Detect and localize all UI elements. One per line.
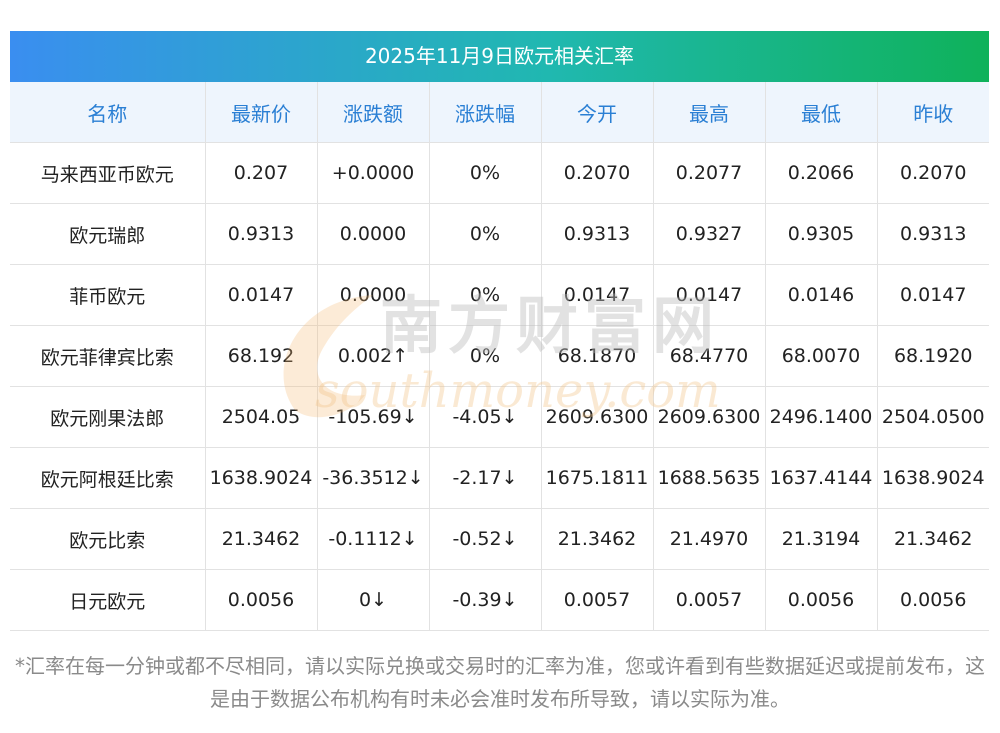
header-latest: 最新价 — [205, 82, 318, 143]
cell-change: 0.0000 — [317, 203, 430, 265]
cell-change: -36.3512↓ — [317, 447, 430, 509]
cell-pct: 0% — [429, 142, 542, 204]
cell-low: 0.9305 — [765, 203, 878, 265]
cell-low: 0.2066 — [765, 142, 878, 204]
table-row: 菲币欧元 0.0147 0.0000 0% 0.0147 0.0147 0.01… — [10, 264, 989, 326]
header-open: 今开 — [541, 82, 654, 143]
cell-pct: -0.52↓ — [429, 508, 542, 570]
cell-name: 马来西亚币欧元 — [10, 142, 206, 204]
cell-latest: 0.0147 — [205, 264, 318, 326]
rate-table-container: 2025年11月9日欧元相关汇率 名称 最新价 涨跌额 涨跌幅 今开 最高 最低… — [10, 31, 989, 631]
table-title: 2025年11月9日欧元相关汇率 — [10, 31, 989, 82]
cell-high: 68.4770 — [653, 325, 766, 387]
cell-change: -105.69↓ — [317, 386, 430, 448]
cell-open: 0.0057 — [541, 569, 654, 631]
cell-open: 0.2070 — [541, 142, 654, 204]
cell-high: 0.0147 — [653, 264, 766, 326]
cell-prev: 0.0147 — [877, 264, 989, 326]
cell-open: 0.9313 — [541, 203, 654, 265]
cell-prev: 0.9313 — [877, 203, 989, 265]
cell-low: 0.0056 — [765, 569, 878, 631]
cell-name: 欧元刚果法郎 — [10, 386, 206, 448]
cell-change: 0.0000 — [317, 264, 430, 326]
cell-pct: -2.17↓ — [429, 447, 542, 509]
cell-prev: 0.0056 — [877, 569, 989, 631]
cell-open: 2609.6300 — [541, 386, 654, 448]
header-high: 最高 — [653, 82, 766, 143]
cell-open: 68.1870 — [541, 325, 654, 387]
cell-prev: 21.3462 — [877, 508, 989, 570]
cell-latest: 0.0056 — [205, 569, 318, 631]
cell-change: +0.0000 — [317, 142, 430, 204]
cell-pct: 0% — [429, 325, 542, 387]
table-row: 欧元比索 21.3462 -0.1112↓ -0.52↓ 21.3462 21.… — [10, 508, 989, 570]
cell-name: 欧元瑞郎 — [10, 203, 206, 265]
cell-high: 1688.5635 — [653, 447, 766, 509]
cell-name: 欧元阿根廷比索 — [10, 447, 206, 509]
cell-latest: 68.192 — [205, 325, 318, 387]
cell-pct: 0% — [429, 203, 542, 265]
cell-name: 欧元比索 — [10, 508, 206, 570]
header-pct: 涨跌幅 — [429, 82, 542, 143]
cell-low: 1637.4144 — [765, 447, 878, 509]
cell-name: 菲币欧元 — [10, 264, 206, 326]
cell-high: 0.2077 — [653, 142, 766, 204]
cell-high: 2609.6300 — [653, 386, 766, 448]
cell-change: 0↓ — [317, 569, 430, 631]
cell-name: 日元欧元 — [10, 569, 206, 631]
rate-table: 名称 最新价 涨跌额 涨跌幅 今开 最高 最低 昨收 马来西亚币欧元 0.207… — [10, 82, 989, 631]
header-name: 名称 — [10, 82, 206, 143]
cell-latest: 0.207 — [205, 142, 318, 204]
table-row: 欧元刚果法郎 2504.05 -105.69↓ -4.05↓ 2609.6300… — [10, 386, 989, 448]
table-row: 欧元瑞郎 0.9313 0.0000 0% 0.9313 0.9327 0.93… — [10, 203, 989, 265]
cell-open: 1675.1811 — [541, 447, 654, 509]
table-row: 马来西亚币欧元 0.207 +0.0000 0% 0.2070 0.2077 0… — [10, 142, 989, 204]
cell-pct: 0% — [429, 264, 542, 326]
cell-latest: 21.3462 — [205, 508, 318, 570]
cell-latest: 1638.9024 — [205, 447, 318, 509]
cell-low: 68.0070 — [765, 325, 878, 387]
cell-low: 21.3194 — [765, 508, 878, 570]
cell-pct: -0.39↓ — [429, 569, 542, 631]
cell-high: 0.0057 — [653, 569, 766, 631]
cell-pct: -4.05↓ — [429, 386, 542, 448]
cell-low: 2496.1400 — [765, 386, 878, 448]
cell-open: 21.3462 — [541, 508, 654, 570]
cell-name: 欧元菲律宾比索 — [10, 325, 206, 387]
table-row: 日元欧元 0.0056 0↓ -0.39↓ 0.0057 0.0057 0.00… — [10, 569, 989, 631]
cell-latest: 0.9313 — [205, 203, 318, 265]
cell-high: 0.9327 — [653, 203, 766, 265]
table-row: 欧元菲律宾比索 68.192 0.002↑ 0% 68.1870 68.4770… — [10, 325, 989, 387]
cell-latest: 2504.05 — [205, 386, 318, 448]
cell-prev: 0.2070 — [877, 142, 989, 204]
header-change: 涨跌额 — [317, 82, 430, 143]
header-low: 最低 — [765, 82, 878, 143]
table-row: 欧元阿根廷比索 1638.9024 -36.3512↓ -2.17↓ 1675.… — [10, 447, 989, 509]
cell-prev: 1638.9024 — [877, 447, 989, 509]
cell-change: -0.1112↓ — [317, 508, 430, 570]
cell-high: 21.4970 — [653, 508, 766, 570]
cell-low: 0.0146 — [765, 264, 878, 326]
cell-open: 0.0147 — [541, 264, 654, 326]
cell-prev: 2504.0500 — [877, 386, 989, 448]
cell-change: 0.002↑ — [317, 325, 430, 387]
cell-prev: 68.1920 — [877, 325, 989, 387]
header-row: 名称 最新价 涨跌额 涨跌幅 今开 最高 最低 昨收 — [10, 82, 989, 143]
header-prev: 昨收 — [877, 82, 989, 143]
disclaimer-footnote: *汇率在每一分钟或都不尽相同，请以实际兑换或交易时的汇率为准，您或许看到有些数据… — [15, 654, 985, 711]
